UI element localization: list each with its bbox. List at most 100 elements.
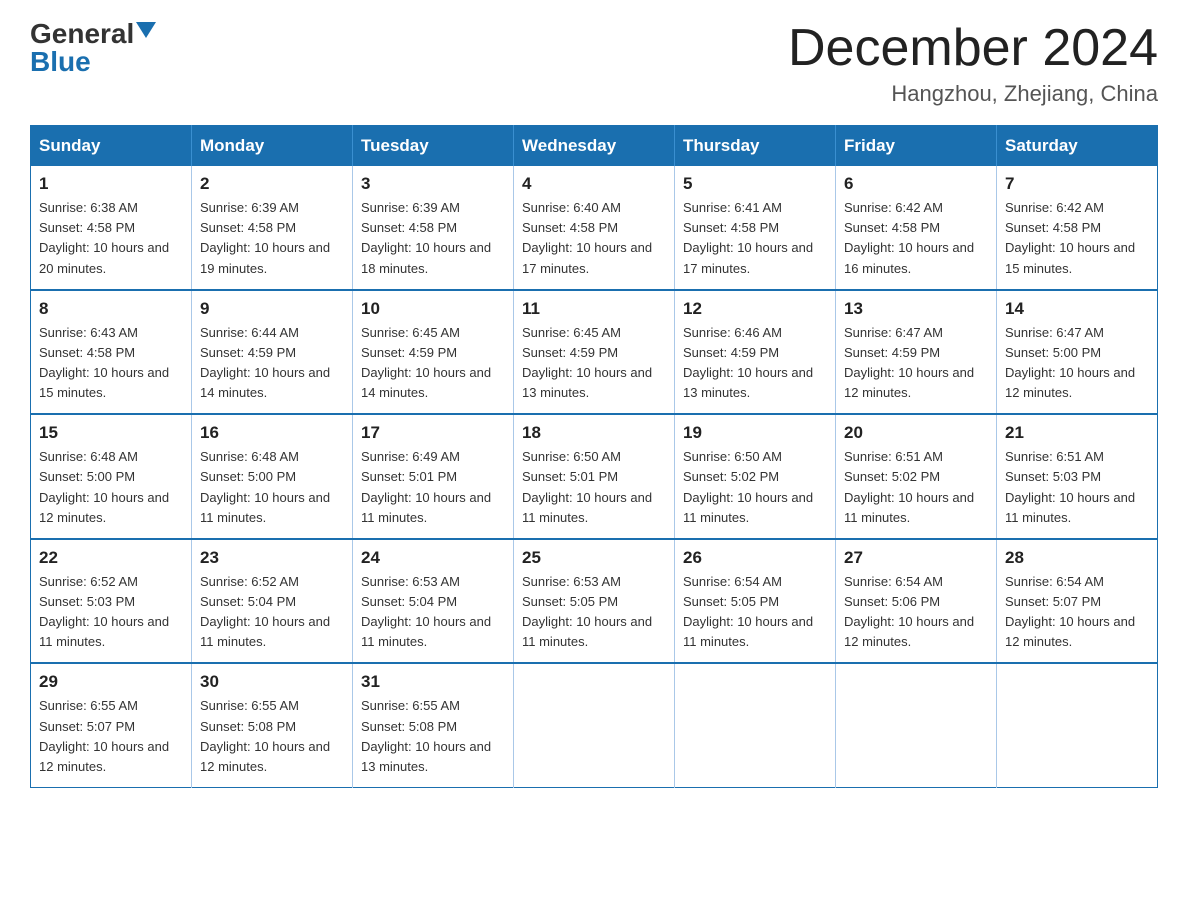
weekday-header-tuesday: Tuesday [353, 126, 514, 167]
page-header: General Blue December 2024 Hangzhou, Zhe… [30, 20, 1158, 107]
calendar-week-row: 15 Sunrise: 6:48 AMSunset: 5:00 PMDayligh… [31, 414, 1158, 539]
day-info: Sunrise: 6:53 AMSunset: 5:04 PMDaylight:… [361, 572, 505, 653]
calendar-cell: 18 Sunrise: 6:50 AMSunset: 5:01 PMDayligh… [514, 414, 675, 539]
calendar-cell: 30Sunrise: 6:55 AMSunset: 5:08 PMDayligh… [192, 663, 353, 787]
day-info: Sunrise: 6:49 AMSunset: 5:01 PMDaylight:… [361, 447, 505, 528]
calendar-cell: 27Sunrise: 6:54 AMSunset: 5:06 PMDayligh… [836, 539, 997, 664]
logo: General Blue [30, 20, 156, 76]
day-info: Sunrise: 6:50 AMSunset: 5:02 PMDaylight:… [683, 447, 827, 528]
calendar-cell [836, 663, 997, 787]
day-number: 24 [361, 548, 505, 568]
calendar-cell: 26 Sunrise: 6:54 AMSunset: 5:05 PMDayligh… [675, 539, 836, 664]
calendar-cell: 17 Sunrise: 6:49 AMSunset: 5:01 PMDayligh… [353, 414, 514, 539]
day-info: Sunrise: 6:48 AMSunset: 5:00 PMDaylight:… [39, 447, 183, 528]
day-number: 11 [522, 299, 666, 319]
logo-triangle-icon [136, 22, 156, 38]
weekday-header-wednesday: Wednesday [514, 126, 675, 167]
calendar-cell: 13 Sunrise: 6:47 AMSunset: 4:59 PMDayligh… [836, 290, 997, 415]
day-info: Sunrise: 6:55 AMSunset: 5:07 PMDaylight:… [39, 696, 183, 777]
day-number: 18 [522, 423, 666, 443]
day-number: 19 [683, 423, 827, 443]
calendar-cell: 10 Sunrise: 6:45 AMSunset: 4:59 PMDayligh… [353, 290, 514, 415]
calendar-cell: 2 Sunrise: 6:39 AMSunset: 4:58 PMDaylight… [192, 166, 353, 290]
day-info: Sunrise: 6:45 AMSunset: 4:59 PMDaylight:… [361, 323, 505, 404]
day-number: 23 [200, 548, 344, 568]
calendar-cell: 15 Sunrise: 6:48 AMSunset: 5:00 PMDayligh… [31, 414, 192, 539]
calendar-cell: 1 Sunrise: 6:38 AMSunset: 4:58 PMDaylight… [31, 166, 192, 290]
calendar-week-row: 22 Sunrise: 6:52 AMSunset: 5:03 PMDayligh… [31, 539, 1158, 664]
logo-general-text: General [30, 20, 134, 48]
day-number: 31 [361, 672, 505, 692]
day-number: 9 [200, 299, 344, 319]
calendar-cell: 28 Sunrise: 6:54 AMSunset: 5:07 PMDayligh… [997, 539, 1158, 664]
day-info: Sunrise: 6:42 AMSunset: 4:58 PMDaylight:… [844, 198, 988, 279]
title-area: December 2024 Hangzhou, Zhejiang, China [788, 20, 1158, 107]
day-info: Sunrise: 6:47 AMSunset: 5:00 PMDaylight:… [1005, 323, 1149, 404]
day-number: 10 [361, 299, 505, 319]
calendar-cell: 21Sunrise: 6:51 AMSunset: 5:03 PMDayligh… [997, 414, 1158, 539]
day-info: Sunrise: 6:42 AMSunset: 4:58 PMDaylight:… [1005, 198, 1149, 279]
day-info: Sunrise: 6:54 AMSunset: 5:05 PMDaylight:… [683, 572, 827, 653]
calendar-cell: 5Sunrise: 6:41 AMSunset: 4:58 PMDaylight… [675, 166, 836, 290]
day-info: Sunrise: 6:51 AMSunset: 5:03 PMDaylight:… [1005, 447, 1149, 528]
day-number: 25 [522, 548, 666, 568]
day-number: 14 [1005, 299, 1149, 319]
calendar-cell: 19 Sunrise: 6:50 AMSunset: 5:02 PMDayligh… [675, 414, 836, 539]
day-number: 6 [844, 174, 988, 194]
day-number: 8 [39, 299, 183, 319]
day-info: Sunrise: 6:51 AMSunset: 5:02 PMDaylight:… [844, 447, 988, 528]
calendar-cell: 16 Sunrise: 6:48 AMSunset: 5:00 PMDayligh… [192, 414, 353, 539]
day-info: Sunrise: 6:55 AMSunset: 5:08 PMDaylight:… [361, 696, 505, 777]
logo-blue-text: Blue [30, 48, 91, 76]
day-number: 1 [39, 174, 183, 194]
calendar-cell: 9 Sunrise: 6:44 AMSunset: 4:59 PMDaylight… [192, 290, 353, 415]
day-number: 13 [844, 299, 988, 319]
day-info: Sunrise: 6:45 AMSunset: 4:59 PMDaylight:… [522, 323, 666, 404]
calendar-week-row: 29 Sunrise: 6:55 AMSunset: 5:07 PMDayligh… [31, 663, 1158, 787]
location-title: Hangzhou, Zhejiang, China [788, 81, 1158, 107]
weekday-header-sunday: Sunday [31, 126, 192, 167]
day-number: 22 [39, 548, 183, 568]
day-number: 4 [522, 174, 666, 194]
day-info: Sunrise: 6:43 AMSunset: 4:58 PMDaylight:… [39, 323, 183, 404]
day-number: 5 [683, 174, 827, 194]
calendar-cell: 3Sunrise: 6:39 AMSunset: 4:58 PMDaylight… [353, 166, 514, 290]
calendar-cell [675, 663, 836, 787]
day-number: 26 [683, 548, 827, 568]
day-info: Sunrise: 6:39 AMSunset: 4:58 PMDaylight:… [361, 198, 505, 279]
calendar-cell: 11 Sunrise: 6:45 AMSunset: 4:59 PMDayligh… [514, 290, 675, 415]
month-title: December 2024 [788, 20, 1158, 77]
day-info: Sunrise: 6:38 AMSunset: 4:58 PMDaylight:… [39, 198, 183, 279]
weekday-header-thursday: Thursday [675, 126, 836, 167]
calendar-cell [514, 663, 675, 787]
day-info: Sunrise: 6:47 AMSunset: 4:59 PMDaylight:… [844, 323, 988, 404]
calendar-cell: 6 Sunrise: 6:42 AMSunset: 4:58 PMDaylight… [836, 166, 997, 290]
day-info: Sunrise: 6:54 AMSunset: 5:07 PMDaylight:… [1005, 572, 1149, 653]
day-number: 29 [39, 672, 183, 692]
day-info: Sunrise: 6:44 AMSunset: 4:59 PMDaylight:… [200, 323, 344, 404]
calendar-cell [997, 663, 1158, 787]
day-number: 17 [361, 423, 505, 443]
calendar-cell: 12Sunrise: 6:46 AMSunset: 4:59 PMDayligh… [675, 290, 836, 415]
day-info: Sunrise: 6:48 AMSunset: 5:00 PMDaylight:… [200, 447, 344, 528]
calendar-week-row: 8 Sunrise: 6:43 AMSunset: 4:58 PMDaylight… [31, 290, 1158, 415]
day-info: Sunrise: 6:54 AMSunset: 5:06 PMDaylight:… [844, 572, 988, 653]
weekday-header-row: SundayMondayTuesdayWednesdayThursdayFrid… [31, 126, 1158, 167]
day-number: 7 [1005, 174, 1149, 194]
day-number: 28 [1005, 548, 1149, 568]
day-number: 12 [683, 299, 827, 319]
day-info: Sunrise: 6:50 AMSunset: 5:01 PMDaylight:… [522, 447, 666, 528]
day-info: Sunrise: 6:52 AMSunset: 5:03 PMDaylight:… [39, 572, 183, 653]
weekday-header-saturday: Saturday [997, 126, 1158, 167]
calendar-cell: 7 Sunrise: 6:42 AMSunset: 4:58 PMDaylight… [997, 166, 1158, 290]
day-info: Sunrise: 6:39 AMSunset: 4:58 PMDaylight:… [200, 198, 344, 279]
day-number: 15 [39, 423, 183, 443]
calendar-cell: 23Sunrise: 6:52 AMSunset: 5:04 PMDayligh… [192, 539, 353, 664]
calendar-cell: 14 Sunrise: 6:47 AMSunset: 5:00 PMDayligh… [997, 290, 1158, 415]
calendar-cell: 22 Sunrise: 6:52 AMSunset: 5:03 PMDayligh… [31, 539, 192, 664]
calendar-table: SundayMondayTuesdayWednesdayThursdayFrid… [30, 125, 1158, 788]
day-number: 2 [200, 174, 344, 194]
calendar-cell: 31 Sunrise: 6:55 AMSunset: 5:08 PMDayligh… [353, 663, 514, 787]
day-number: 16 [200, 423, 344, 443]
calendar-cell: 4Sunrise: 6:40 AMSunset: 4:58 PMDaylight… [514, 166, 675, 290]
